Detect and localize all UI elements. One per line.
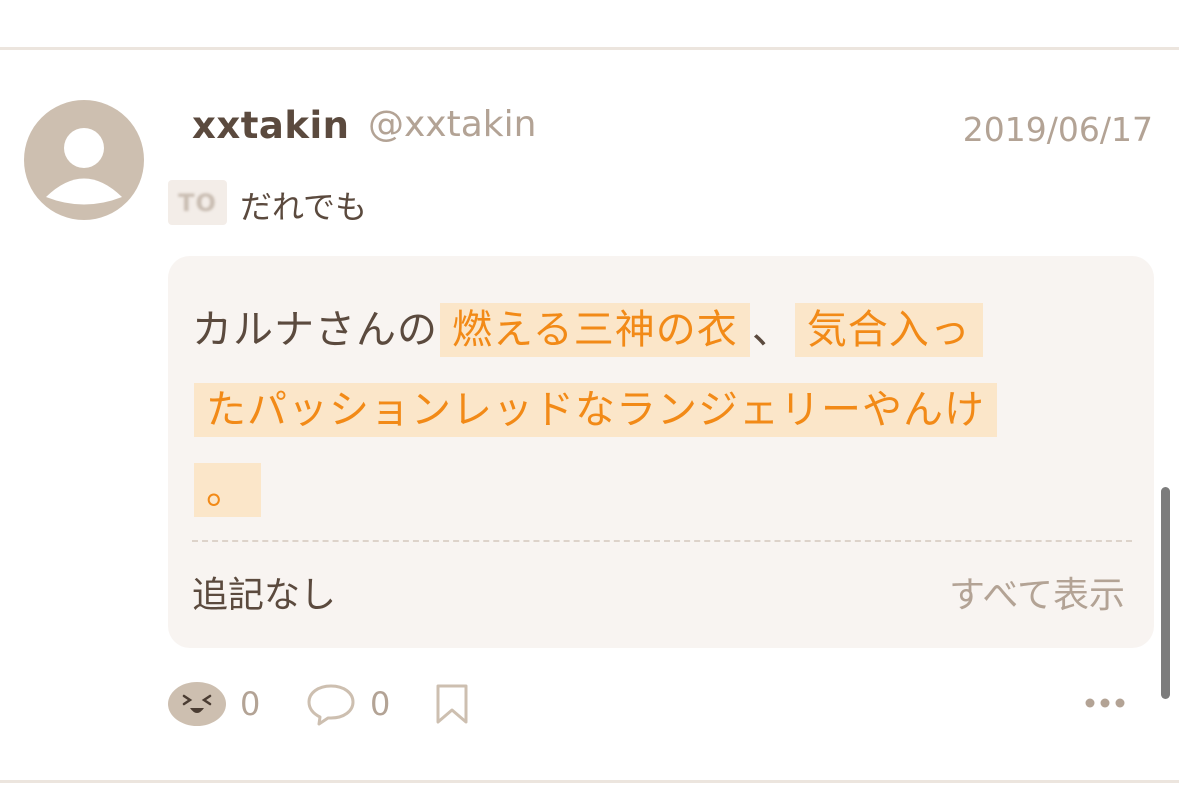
user-avatar-icon[interactable] bbox=[24, 100, 144, 220]
more-dots-icon bbox=[1085, 698, 1125, 708]
post-body: カルナさんの 燃える三神の衣、気合入ったパッションレッドなランジェリーやんけ。 bbox=[192, 290, 1132, 530]
highlighted-text: 。 bbox=[194, 463, 261, 517]
comment-count: 0 bbox=[370, 685, 391, 723]
body-text-segment: カルナさんの bbox=[192, 307, 438, 353]
bottom-divider bbox=[0, 780, 1179, 783]
top-divider bbox=[0, 47, 1179, 50]
highlighted-text: 燃える三神の衣 bbox=[440, 303, 750, 357]
comment-button[interactable]: 0 bbox=[306, 680, 390, 728]
show-all-link[interactable]: すべて表示 bbox=[949, 566, 1125, 618]
to-target: だれでも bbox=[240, 188, 368, 226]
default-user-icon bbox=[46, 128, 122, 205]
scrollbar[interactable] bbox=[1161, 487, 1170, 699]
bookmark-icon bbox=[436, 684, 468, 724]
card-dashed-divider bbox=[192, 540, 1132, 542]
to-badge: TO bbox=[168, 180, 227, 225]
highlighted-text: たパッションレッドなランジェリーやんけ bbox=[194, 383, 997, 437]
to-badge-label: TO bbox=[178, 188, 217, 217]
author-handle[interactable]: @xxtakin bbox=[368, 104, 536, 145]
post-date: 2019/06/17 bbox=[962, 110, 1153, 149]
laughing-face-icon bbox=[168, 682, 226, 726]
addendum-status: 追記なし bbox=[192, 575, 337, 616]
reaction-button[interactable]: 0 bbox=[168, 680, 260, 728]
author-name[interactable]: xxtakin bbox=[192, 104, 350, 147]
highlighted-text: 気合入っ bbox=[794, 303, 983, 357]
body-text-segment: 、 bbox=[751, 307, 793, 353]
speech-bubble-icon bbox=[307, 684, 355, 726]
more-options-button[interactable] bbox=[1082, 692, 1128, 718]
bookmark-button[interactable] bbox=[434, 680, 470, 728]
reaction-count: 0 bbox=[240, 685, 261, 723]
